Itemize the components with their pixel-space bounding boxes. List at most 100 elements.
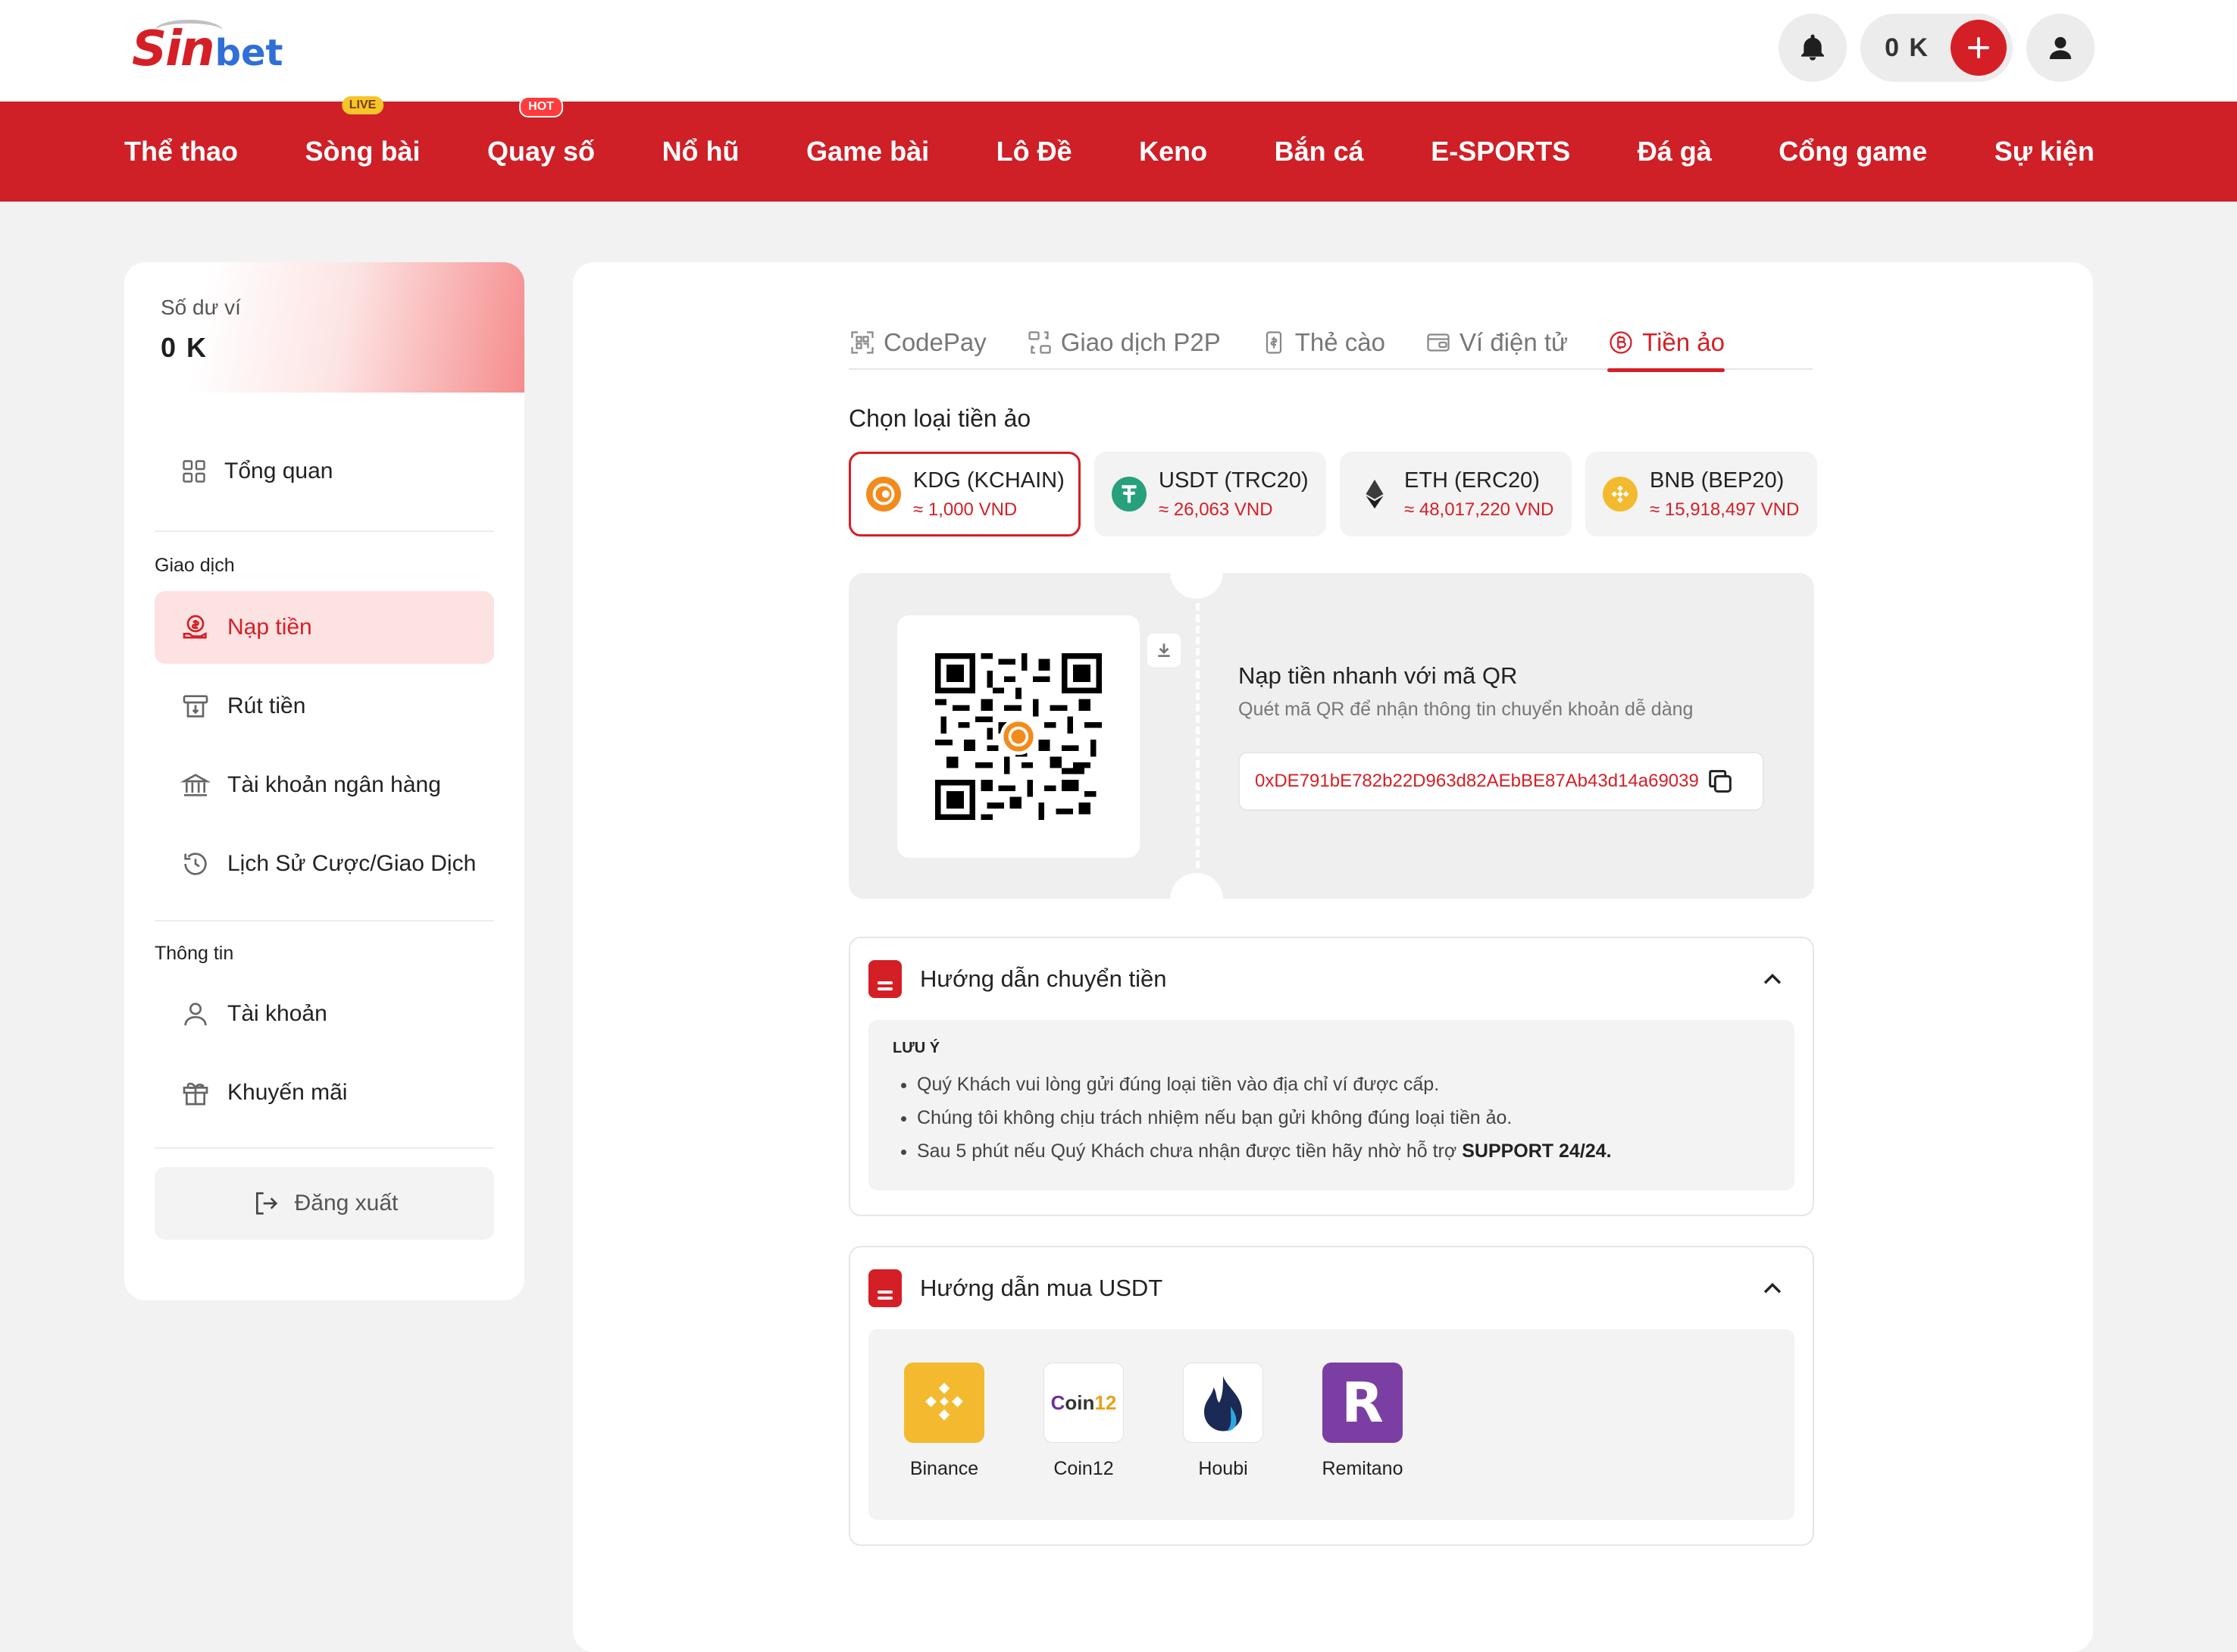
header-balance: 0 K — [1885, 33, 1929, 62]
coin-option-kdg[interactable]: KDG (KCHAIN) ≈ 1,000 VND — [849, 452, 1081, 537]
copy-icon[interactable] — [1705, 766, 1735, 796]
history-icon — [184, 853, 207, 875]
logo-swoosh-icon — [155, 20, 223, 42]
tether-icon — [1112, 477, 1147, 512]
nav-lo-de[interactable]: Lô Đề — [996, 136, 1072, 167]
binance-logo-icon — [904, 1363, 984, 1443]
usdt-guide-header[interactable]: Hướng dẫn mua USDT — [850, 1247, 1813, 1329]
nav-song-bai[interactable]: LIVE Sòng bài — [305, 96, 421, 167]
wallet-label: Số dư ví — [161, 296, 241, 319]
sidebar-item-label: Nạp tiền — [227, 615, 312, 640]
tab-p2p[interactable]: Giao dịch P2P — [1026, 315, 1221, 370]
tab-codepay[interactable]: CodePay — [849, 315, 987, 370]
nav-keno[interactable]: Keno — [1139, 136, 1207, 167]
divider — [155, 1147, 494, 1149]
transfer-guide-header[interactable]: Hướng dẫn chuyển tiền — [850, 938, 1813, 1020]
logout-button[interactable]: Đăng xuất — [155, 1167, 494, 1240]
card-dollar-icon — [1266, 331, 1281, 354]
tab-label: Tiền ảo — [1642, 328, 1725, 356]
sidebar-item-label: Lịch Sử Cược/Giao Dịch — [227, 851, 477, 876]
qr-title: Nạp tiền nhanh với mã QR — [1238, 662, 1518, 689]
sidebar-item-withdraw[interactable]: Rút tiền — [155, 670, 494, 743]
sidebar-item-promotions[interactable]: Khuyến mãi — [155, 1056, 494, 1129]
account-sidebar: Số dư ví 0 K Tổng quan Giao dịch Nạp tiề… — [124, 262, 524, 1300]
app-coin12[interactable]: Coin12 Coin12 — [1043, 1363, 1125, 1520]
deposit-coin-icon — [183, 615, 207, 639]
coin-option-usdt[interactable]: USDT (TRC20) ≈ 26,063 VND — [1094, 452, 1326, 537]
note-item: Quý Khách vui lòng gửi đúng loại tiền và… — [917, 1068, 1770, 1101]
coin-name: BNB (BEP20) — [1650, 468, 1785, 493]
transfer-guide-title: Hướng dẫn chuyển tiền — [920, 965, 1167, 992]
sidebar-item-overview[interactable]: Tổng quan — [155, 435, 494, 508]
user-icon — [2049, 36, 2072, 59]
support-highlight: SUPPORT 24/24. — [1462, 1140, 1612, 1162]
sidebar-item-account[interactable]: Tài khoản — [155, 978, 494, 1050]
app-name: Binance — [909, 1458, 979, 1479]
balance-pill[interactable]: 0 K — [1860, 14, 2013, 82]
nav-cong-game[interactable]: Cổng game — [1779, 136, 1927, 167]
grid-icon — [183, 460, 205, 483]
nav-no-hu[interactable]: Nổ hũ — [662, 136, 740, 167]
bell-icon — [1801, 34, 1825, 61]
app-houbi[interactable]: Houbi — [1182, 1363, 1264, 1520]
bank-icon — [180, 774, 211, 796]
tab-label: Ví điện tử — [1459, 328, 1569, 356]
gift-icon — [183, 1082, 208, 1106]
nav-ban-ca[interactable]: Bắn cá — [1275, 136, 1364, 167]
sidebar-item-bank-account[interactable]: Tài khoản ngân hàng — [155, 749, 494, 821]
person-icon — [184, 1003, 207, 1026]
nav-su-kien[interactable]: Sự kiện — [1995, 136, 2095, 167]
divider — [155, 530, 494, 532]
tab-e-wallet[interactable]: Ví điện tử — [1425, 315, 1568, 370]
payment-method-tabs: CodePay Giao dịch P2P Thẻ cào Ví điện tử… — [849, 315, 1813, 372]
sidebar-item-label: Tài khoản — [227, 1001, 327, 1026]
nav-esports[interactable]: E-SPORTS — [1431, 136, 1570, 167]
logo-text-accent: bet — [214, 32, 283, 74]
ethereum-icon — [1357, 477, 1392, 512]
tab-crypto[interactable]: Tiền ảo — [1607, 315, 1725, 372]
nav-game-bai[interactable]: Game bài — [806, 136, 929, 167]
header-actions: 0 K — [1779, 14, 2095, 82]
coin12-logo-icon: Coin12 — [1043, 1363, 1124, 1443]
wallet-summary: Số dư ví 0 K — [124, 262, 524, 393]
sidebar-item-label: Tổng quan — [224, 458, 333, 483]
coin-option-eth[interactable]: ETH (ERC20) ≈ 48,017,220 VND — [1340, 452, 1572, 537]
coin-rate: ≈ 26,063 VND — [1159, 499, 1273, 520]
coin-selector: KDG (KCHAIN) ≈ 1,000 VND USDT (TRC20) ≈ 26… — [849, 452, 1817, 537]
kdg-icon — [866, 477, 901, 512]
user-button[interactable] — [2026, 14, 2095, 82]
sidebar-item-history[interactable]: Lịch Sử Cược/Giao Dịch — [155, 828, 494, 900]
sinbet-logo[interactable]: Sin bet — [132, 17, 283, 82]
qr-code-card — [897, 615, 1140, 858]
nav-the-thao[interactable]: Thể thao — [124, 136, 238, 167]
sidebar-item-label: Rút tiền — [227, 693, 306, 718]
nav-quay-so[interactable]: HOT Quay số — [487, 96, 595, 167]
chevron-up-icon[interactable] — [1760, 1276, 1785, 1302]
wallet-icon — [1427, 333, 1450, 352]
chevron-up-icon[interactable] — [1760, 967, 1785, 993]
sidebar-item-label: Khuyến mãi — [227, 1080, 348, 1105]
download-qr-button[interactable] — [1147, 634, 1181, 667]
group-transactions-label: Giao dịch — [155, 555, 235, 576]
withdraw-icon — [183, 695, 208, 718]
houbi-flame-icon — [1183, 1363, 1263, 1443]
dashed-divider — [1196, 603, 1200, 868]
deposit-panel: CodePay Giao dịch P2P Thẻ cào Ví điện tử… — [573, 262, 2093, 1652]
plus-icon — [1968, 37, 1989, 58]
app-remitano[interactable]: R Remitano — [1322, 1363, 1403, 1520]
tab-scratch-card[interactable]: Thẻ cào — [1260, 315, 1385, 370]
bitcoin-icon — [1610, 331, 1632, 354]
deposit-plus-button[interactable] — [1951, 20, 2007, 76]
note-heading: LƯU Ý — [893, 1040, 940, 1056]
notification-button[interactable] — [1779, 14, 1847, 82]
coin-name: KDG (KCHAIN) — [913, 468, 1065, 493]
live-badge: LIVE — [341, 96, 384, 114]
coin-rate: ≈ 1,000 VND — [913, 499, 1018, 520]
coin-option-bnb[interactable]: BNB (BEP20) ≈ 15,918,497 VND — [1585, 452, 1817, 537]
transfer-notes: LƯU Ý Quý Khách vui lòng gửi đúng loại t… — [868, 1020, 1794, 1191]
wallet-address-field[interactable]: 0xDE791bE782b22D963d82AEbBE87Ab43d14a690… — [1238, 752, 1764, 811]
nav-da-ga[interactable]: Đá gà — [1638, 136, 1712, 167]
app-binance[interactable]: Binance — [903, 1363, 985, 1520]
sidebar-item-deposit[interactable]: Nạp tiền — [155, 591, 494, 664]
coin-rate: ≈ 48,017,220 VND — [1404, 499, 1554, 520]
